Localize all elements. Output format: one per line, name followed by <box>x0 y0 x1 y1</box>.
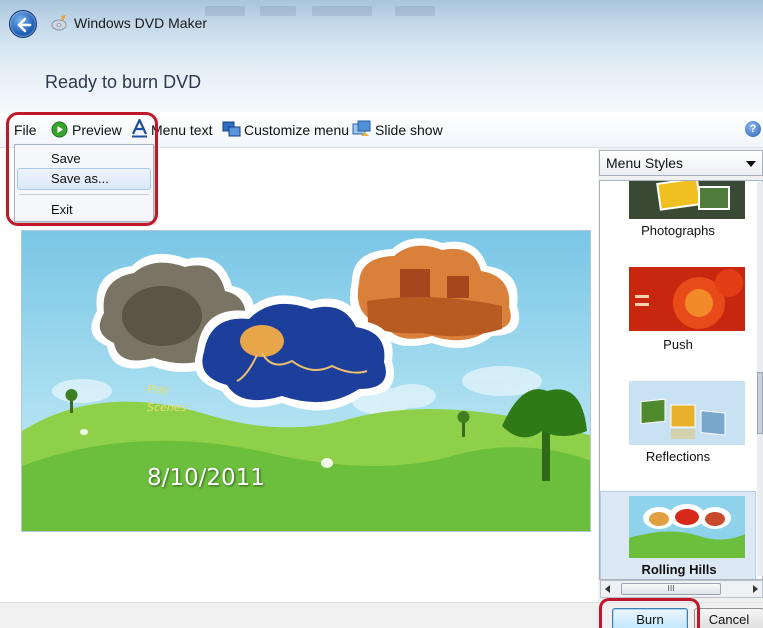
preview-scenes-label: Scenes <box>147 401 187 414</box>
menu-styles-list: Photographs Push Reflections Rolling Hil… <box>599 180 763 580</box>
dvd-maker-window: Windows DVD Maker Ready to burn DVD File… <box>0 0 763 628</box>
back-button[interactable] <box>9 10 37 38</box>
style-item-rolling-hills[interactable]: Rolling Hills <box>600 491 756 579</box>
menu-item-save-as[interactable]: Save as... <box>17 168 151 190</box>
menu-styles-label: Menu Styles <box>606 155 684 171</box>
dvd-maker-app-icon <box>51 15 67 31</box>
style-item-photographs[interactable]: Photographs <box>600 181 756 251</box>
scroll-left-arrow-icon[interactable] <box>605 585 610 593</box>
back-arrow-icon <box>17 17 32 33</box>
menu-styles-dropdown[interactable]: Menu Styles <box>599 150 763 176</box>
style-label-rolling-hills: Rolling Hills <box>641 562 717 577</box>
horizontal-scrollbar[interactable]: III <box>600 580 763 598</box>
photographs-thumbnail <box>629 181 745 219</box>
chevron-down-icon <box>746 161 756 167</box>
window-title: Windows DVD Maker <box>74 15 208 31</box>
page-header: Ready to burn DVD <box>0 44 763 112</box>
rolling-hills-thumbnail <box>629 496 745 558</box>
help-icon[interactable]: ? <box>745 121 761 137</box>
vertical-scroll-thumb[interactable] <box>757 372 763 434</box>
font-a-icon <box>132 119 147 138</box>
slide-show-icon <box>352 120 371 136</box>
dvd-menu-preview: Play Scenes 8/10/2011 <box>21 230 591 532</box>
cancel-button[interactable]: Cancel <box>694 608 763 628</box>
page-title: Ready to burn DVD <box>45 72 202 92</box>
customize-menu-icon <box>222 121 241 137</box>
style-label-photographs: Photographs <box>641 223 715 238</box>
menu-item-save[interactable]: Save <box>17 148 151 170</box>
style-item-reflections[interactable]: Reflections <box>600 375 756 475</box>
horizontal-scroll-thumb[interactable]: III <box>621 583 721 595</box>
menu-separator <box>19 194 149 195</box>
scroll-right-arrow-icon[interactable] <box>753 585 758 593</box>
preview-play-label: Play <box>147 383 170 396</box>
style-label-reflections: Reflections <box>645 449 711 464</box>
menu-text-button[interactable]: Menu text <box>151 122 212 138</box>
push-thumbnail <box>629 267 745 331</box>
style-label-push: Push <box>663 337 693 352</box>
preview-button[interactable]: Preview <box>72 122 122 138</box>
title-bar: Windows DVD Maker <box>0 0 763 44</box>
preview-date: 8/10/2011 <box>147 465 265 491</box>
reflections-thumbnail <box>629 381 745 445</box>
preview-illustration <box>22 238 590 531</box>
menu-item-exit[interactable]: Exit <box>17 199 151 221</box>
play-icon <box>51 121 68 138</box>
customize-menu-button[interactable]: Customize menu <box>244 122 349 138</box>
style-item-push[interactable]: Push <box>600 263 756 363</box>
burn-button[interactable]: Burn <box>612 608 688 628</box>
file-menu-button[interactable]: File <box>14 122 37 138</box>
file-dropdown-menu: Save Save as... Exit <box>14 144 154 222</box>
slide-show-button[interactable]: Slide show <box>375 122 443 138</box>
